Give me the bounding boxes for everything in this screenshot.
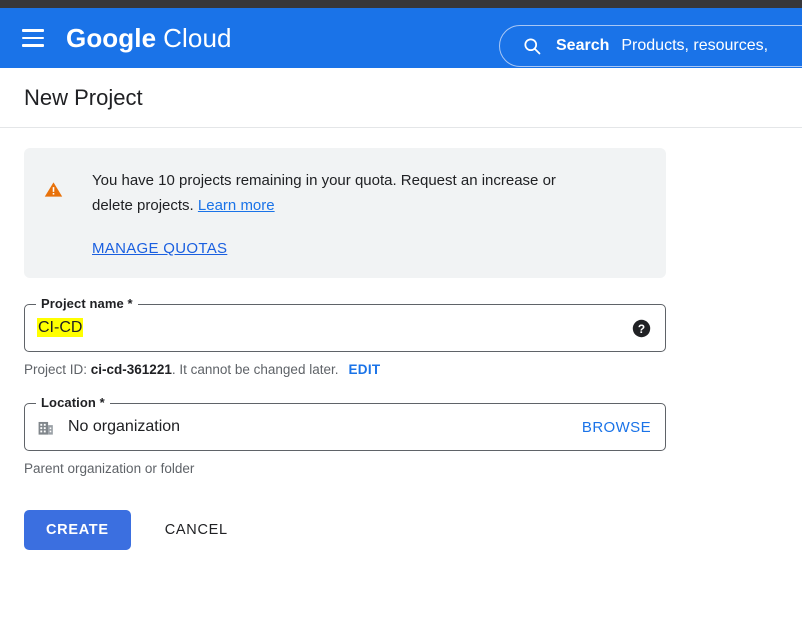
- brand-cloud-text: Cloud: [163, 22, 232, 53]
- main-content: You have 10 projects remaining in your q…: [0, 128, 802, 550]
- location-value: No organization: [68, 418, 181, 435]
- page-header: New Project: [0, 68, 802, 128]
- hamburger-menu-icon[interactable]: [22, 29, 44, 47]
- project-id-value: ci-cd-361221: [90, 362, 172, 377]
- brand-google-text: Google: [66, 22, 157, 53]
- edit-project-id-link[interactable]: EDIT: [348, 362, 380, 377]
- search-label: Search: [556, 37, 610, 54]
- project-id-prefix: Project ID:: [24, 362, 91, 377]
- warning-triangle-icon: [44, 168, 78, 204]
- cancel-button[interactable]: CANCEL: [159, 521, 234, 539]
- quota-notice-text: You have 10 projects remaining in your q…: [92, 168, 592, 218]
- location-label: Location *: [36, 395, 110, 410]
- manage-quotas-link[interactable]: MANAGE QUOTAS: [92, 240, 227, 257]
- project-name-value: CI-CD: [37, 318, 632, 337]
- learn-more-link[interactable]: Learn more: [198, 197, 275, 214]
- location-field-wrapper: Location * No organization BROWSE Parent…: [24, 395, 666, 476]
- app-header-bar: Google Cloud Search Products, resources,: [0, 8, 802, 68]
- browse-location-button[interactable]: BROWSE: [582, 419, 651, 436]
- location-hint: Parent organization or folder: [24, 461, 195, 476]
- google-cloud-logo[interactable]: Google Cloud: [66, 23, 232, 54]
- quota-notice-message: You have 10 projects remaining in your q…: [92, 172, 556, 214]
- project-name-input[interactable]: Project name * CI-CD ?: [24, 296, 666, 352]
- quota-notice-body: You have 10 projects remaining in your q…: [78, 168, 644, 258]
- form-actions: CREATE CANCEL: [24, 510, 802, 550]
- search-input[interactable]: Search Products, resources,: [499, 25, 802, 67]
- quota-notice-banner: You have 10 projects remaining in your q…: [24, 148, 666, 278]
- svg-text:?: ?: [638, 321, 645, 335]
- search-placeholder: Products, resources,: [621, 37, 769, 54]
- help-circle-icon[interactable]: ?: [632, 319, 651, 338]
- organization-building-icon: [37, 418, 56, 437]
- project-id-suffix: . It cannot be changed later.: [171, 362, 339, 377]
- project-id-hint: Project ID: ci-cd-361221. It cannot be c…: [24, 362, 666, 377]
- search-icon: [522, 36, 542, 56]
- project-name-label: Project name *: [36, 296, 138, 311]
- location-input[interactable]: Location * No organization BROWSE: [24, 395, 666, 451]
- project-name-field-wrapper: Project name * CI-CD ? Project ID: ci-cd…: [24, 296, 666, 377]
- project-name-value-text: CI-CD: [37, 318, 84, 337]
- create-button[interactable]: CREATE: [24, 510, 131, 550]
- window-top-strip: [0, 0, 802, 8]
- page-title: New Project: [24, 84, 143, 110]
